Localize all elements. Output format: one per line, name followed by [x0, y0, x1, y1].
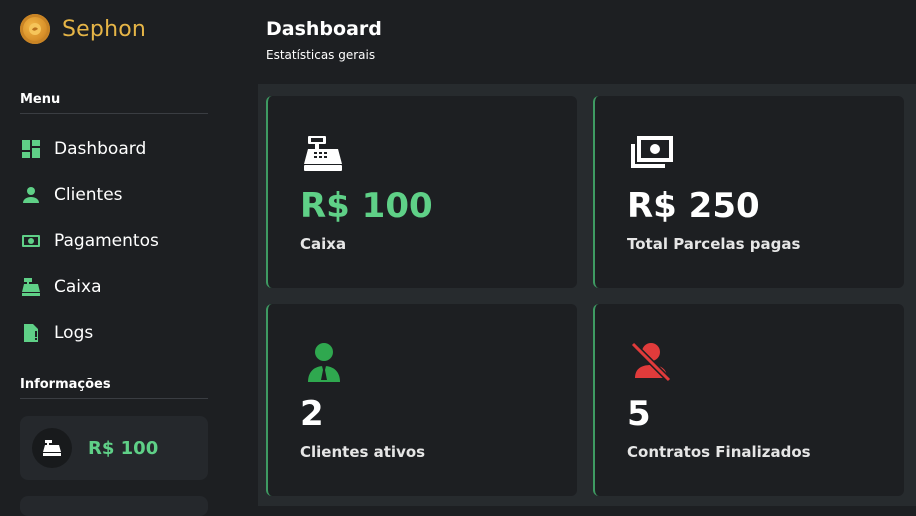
page-header: Dashboard Estatísticas gerais [266, 18, 382, 62]
dashboard-content: R$ 100 Caixa R$ 250 Total Parcelas pagas… [258, 84, 916, 506]
stat-value: 5 [627, 394, 651, 434]
sidebar-item-label: Dashboard [54, 139, 147, 159]
sidebar-item-label: Clientes [54, 185, 123, 205]
stat-value: 2 [300, 394, 324, 434]
stat-label: Total Parcelas pagas [627, 235, 801, 253]
user-slash-icon [629, 340, 673, 384]
page-title: Dashboard [266, 18, 382, 40]
stat-card-parcelas[interactable]: R$ 250 Total Parcelas pagas [593, 96, 904, 288]
business-user-icon [302, 340, 346, 384]
brand-logo-icon [20, 14, 50, 44]
stat-label: Caixa [300, 235, 347, 253]
dashboard-icon [20, 138, 42, 160]
brand-name: Sephon [62, 16, 147, 42]
sidebar-item-dashboard[interactable]: Dashboard [20, 126, 208, 172]
stat-card-caixa[interactable]: R$ 100 Caixa [266, 96, 577, 288]
file-alert-icon [20, 322, 42, 344]
cash-register-icon [20, 276, 42, 298]
stat-value: R$ 250 [627, 186, 760, 226]
sidebar-nav: Dashboard Clientes Pagamentos Caixa Logs [20, 126, 208, 356]
info-card-partial [20, 496, 208, 516]
info-section-label: Informações [20, 377, 208, 399]
stat-label: Clientes ativos [300, 443, 426, 461]
sidebar-item-pagamentos[interactable]: Pagamentos [20, 218, 208, 264]
stat-value: R$ 100 [300, 186, 433, 226]
sidebar-item-label: Pagamentos [54, 231, 159, 251]
cash-register-icon [302, 132, 346, 176]
sidebar: Sephon Menu Dashboard Clientes Pagamento… [0, 0, 228, 516]
sidebar-item-label: Logs [54, 323, 94, 343]
money-bills-icon [629, 132, 673, 176]
info-card-value: R$ 100 [88, 437, 159, 459]
page-subtitle: Estatísticas gerais [266, 48, 376, 62]
user-icon [20, 184, 42, 206]
sidebar-item-clientes[interactable]: Clientes [20, 172, 208, 218]
stat-label: Contratos Finalizados [627, 443, 811, 461]
brand[interactable]: Sephon [20, 14, 146, 44]
menu-section-label: Menu [20, 92, 208, 114]
sidebar-item-caixa[interactable]: Caixa [20, 264, 208, 310]
stat-card-clientes-ativos[interactable]: 2 Clientes ativos [266, 304, 577, 496]
sidebar-item-label: Caixa [54, 277, 102, 297]
sidebar-item-logs[interactable]: Logs [20, 310, 208, 356]
info-card-caixa[interactable]: R$ 100 [20, 416, 208, 480]
stat-card-contratos[interactable]: 5 Contratos Finalizados [593, 304, 904, 496]
money-icon [20, 230, 42, 252]
cash-register-icon [32, 428, 72, 468]
